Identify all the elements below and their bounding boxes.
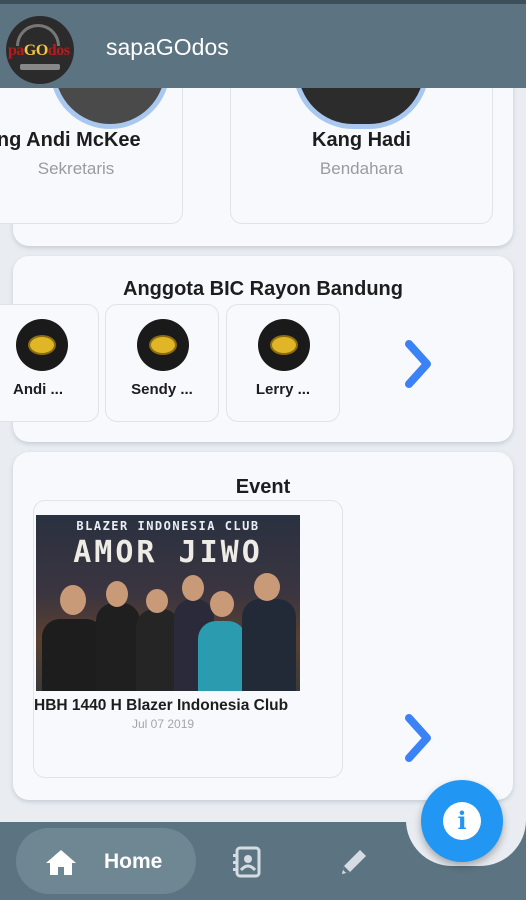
event-section-title: Event [235,476,291,498]
event-banner-title: AMOR JIWO [73,535,263,570]
officer-card-secretary[interactable]: Kang Andi McKee Sekretaris [0,88,183,224]
officer-name: Kang Hadi [312,129,411,151]
contacts-icon[interactable] [232,846,264,878]
app-logo: paGOdos [6,16,74,84]
event-card-section: Event BLAZER INDONESIA CLUB AMOR JIWO HB… [13,452,513,800]
event-name: HBH 1440 H Blazer Indonesia Club [34,697,289,714]
edit-pencil-icon[interactable] [336,846,370,880]
chevron-right-icon[interactable] [397,712,437,764]
member-badge [16,319,68,371]
nav-home-button[interactable]: Home [16,828,196,894]
event-date: Jul 07 2019 [132,717,195,731]
officer-photo [50,88,170,129]
event-card[interactable]: BLAZER INDONESIA CLUB AMOR JIWO HBH 1440… [33,500,343,778]
member-name: Andi ... [13,381,63,398]
member-badge [137,319,189,371]
member-card[interactable]: Andi ... [0,304,99,422]
members-section-title: Anggota BIC Rayon Bandung [123,278,403,300]
home-icon [46,850,76,875]
main-content[interactable]: Kang Andi McKee Sekretaris Kang Hadi Ben… [0,88,526,822]
officer-card-treasurer[interactable]: Kang Hadi Bendahara [230,88,493,224]
officer-role: Bendahara [319,159,404,178]
app-title: sapaGOdos [106,34,229,60]
officer-name: Kang Andi McKee [0,129,141,151]
event-banner-subtitle: BLAZER INDONESIA CLUB [76,519,260,533]
logo-bar [20,64,60,70]
info-icon: i [443,802,481,840]
member-card[interactable]: Lerry ... [226,304,340,422]
member-card[interactable]: Sendy ... [105,304,219,422]
nav-home-label: Home [104,850,163,873]
officer-photo [293,88,429,129]
officer-role: Sekretaris [37,159,115,178]
officers-card: Kang Andi McKee Sekretaris Kang Hadi Ben… [0,88,513,246]
member-name: Sendy ... [131,381,193,398]
event-image: BLAZER INDONESIA CLUB AMOR JIWO [36,515,300,691]
chevron-right-icon[interactable] [397,338,437,390]
member-badge [258,319,310,371]
member-name: Lerry ... [255,381,311,398]
members-card: Anggota BIC Rayon Bandung Andi ... Sendy… [0,256,513,442]
logo-text: paGOdos [8,42,70,59]
info-fab-button[interactable]: i [421,780,503,862]
app-bar: paGOdos sapaGOdos [0,0,526,88]
